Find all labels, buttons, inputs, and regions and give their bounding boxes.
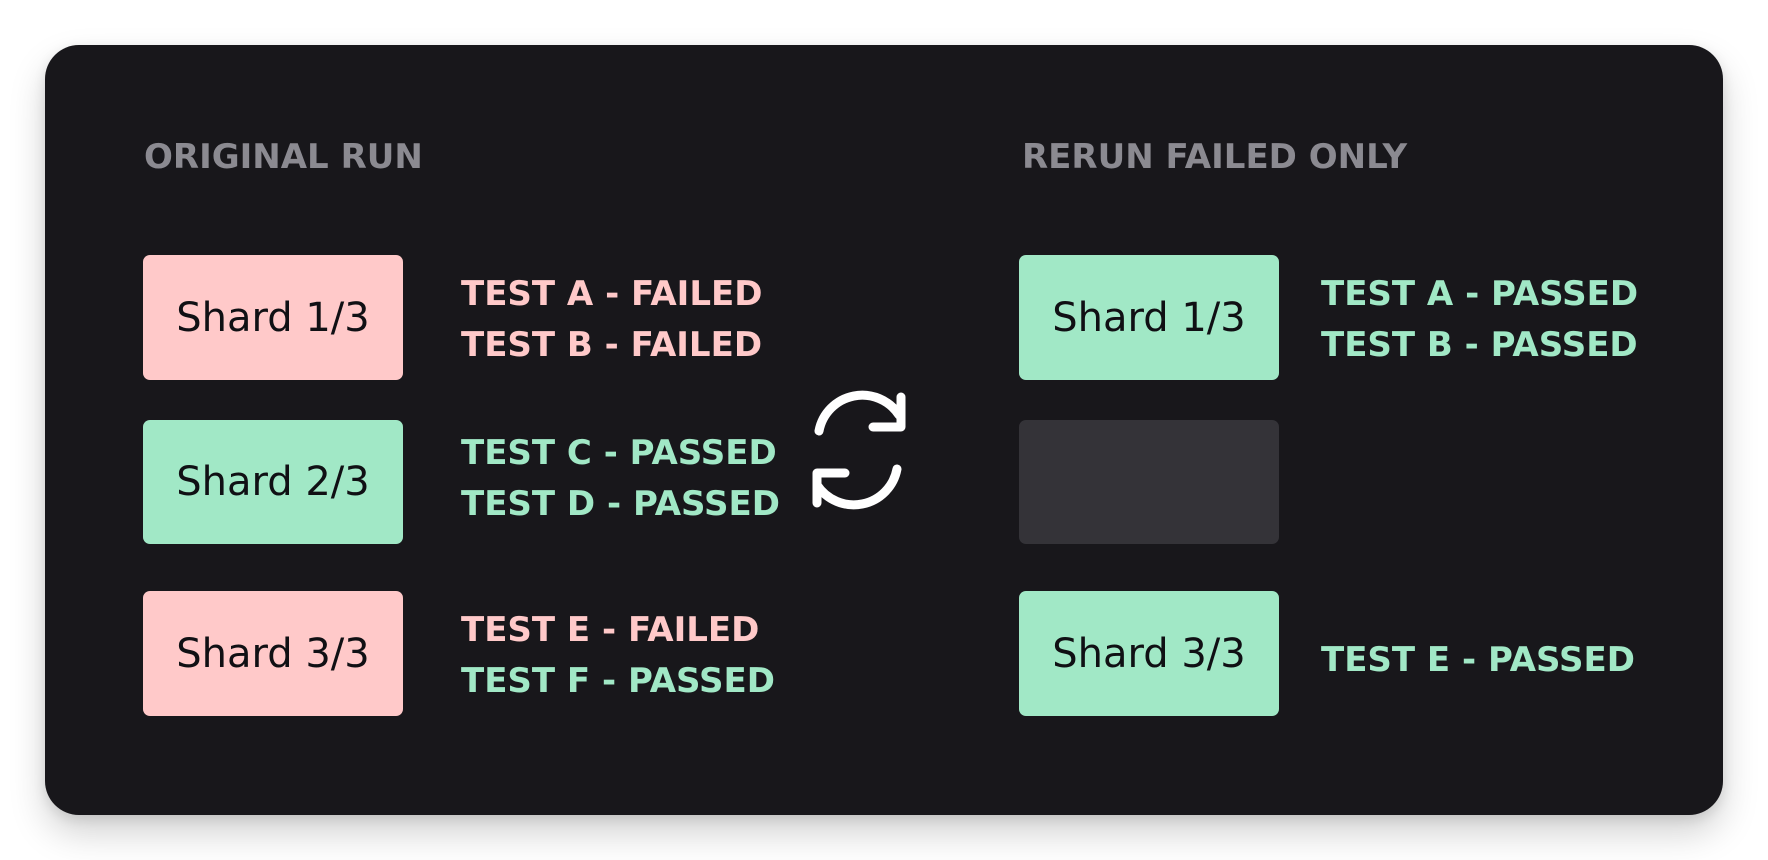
rerun-shard-1: Shard 1/3 <box>1019 255 1279 380</box>
original-shard-2-tests: TEST C - PASSED TEST D - PASSED <box>461 428 780 530</box>
rerun-shard-3-tests: TEST E - PASSED <box>1321 635 1635 686</box>
rerun-shard-1-tests: TEST A - PASSED TEST B - PASSED <box>1321 269 1638 371</box>
original-shard-2: Shard 2/3 <box>143 420 403 544</box>
original-run-title: ORIGINAL RUN <box>144 137 423 177</box>
test-result: TEST D - PASSED <box>461 484 780 524</box>
refresh-icon <box>812 390 906 510</box>
test-result: TEST B - FAILED <box>461 325 763 365</box>
original-shard-3: Shard 3/3 <box>143 591 403 716</box>
test-result: TEST E - PASSED <box>1321 640 1635 680</box>
test-result: TEST C - PASSED <box>461 433 777 473</box>
rerun-failed-only-title: RERUN FAILED ONLY <box>1022 137 1408 177</box>
rerun-shard-3: Shard 3/3 <box>1019 591 1279 716</box>
test-result: TEST F - PASSED <box>461 661 775 701</box>
original-shard-3-tests: TEST E - FAILED TEST F - PASSED <box>461 605 775 707</box>
test-result: TEST A - PASSED <box>1321 274 1639 314</box>
original-shard-1: Shard 1/3 <box>143 255 403 380</box>
test-result: TEST B - PASSED <box>1321 325 1638 365</box>
test-result: TEST A - FAILED <box>461 274 763 314</box>
rerun-shard-2-skipped <box>1019 420 1279 544</box>
original-shard-1-tests: TEST A - FAILED TEST B - FAILED <box>461 269 762 371</box>
test-result: TEST E - FAILED <box>461 610 760 650</box>
